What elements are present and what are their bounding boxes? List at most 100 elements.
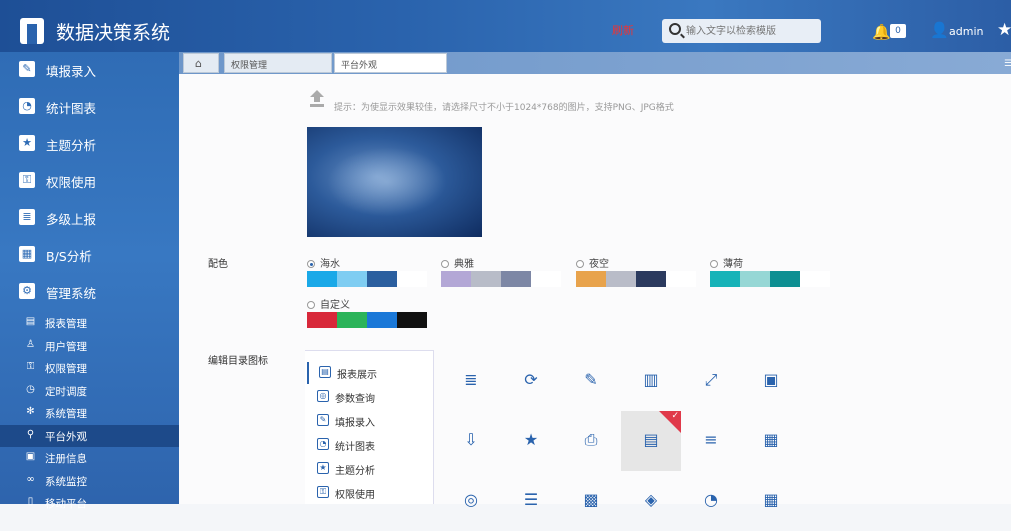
tree-item-0[interactable]: ▤ 报表展示 [307,362,436,384]
color-swatch [501,271,531,287]
pie-chart-icon: ◔ [317,438,329,450]
sidebar-item-5[interactable]: ▦ B/S分析 [0,237,179,273]
tree-item-label: 权限使用 [335,490,375,501]
notification-count: 0 [890,24,906,38]
color-option-0[interactable]: 海水 [307,255,340,270]
sidebar-subitem-1[interactable]: ♙ 用户管理 [0,335,179,357]
color-option-1[interactable]: 典雅 [441,255,474,270]
icon-choice-6[interactable]: ⇩ [441,411,501,471]
color-swatch [666,271,696,287]
icon-choice-3[interactable]: ▥ [621,351,681,411]
icon-choice-14[interactable]: ▩ [561,471,621,531]
icon-choice-2[interactable]: ✎ [561,351,621,411]
search-refresh-icon: ⟳ [524,370,538,389]
color-swatches[interactable] [307,271,427,287]
sidebar-subitem-3[interactable]: ◷ 定时调度 [0,380,179,402]
sidebar-subitem-2[interactable]: ⚿ 权限管理 [0,357,179,379]
user-name[interactable]: admin [949,25,983,38]
star-box-icon: ★ [523,430,539,449]
bell-icon[interactable]: 🔔 [872,23,891,41]
color-option-2[interactable]: 夜空 [576,255,609,270]
sidebar-subitem-8[interactable]: ▯ 移动平台 [0,492,179,514]
gear-icon: ⚙ [19,283,35,299]
sidebar-item-label: 主题分析 [46,138,97,153]
color-option-3[interactable]: 薄荷 [710,255,743,270]
color-swatch [636,271,666,287]
color-swatches[interactable] [710,271,830,287]
tree-item-1[interactable]: ◎ 参数查询 [307,386,436,408]
icon-choice-15[interactable]: ◈ [621,471,681,531]
sidebar-item-2[interactable]: ★ 主题分析 [0,126,179,162]
home-tab[interactable]: ⌂ [183,53,219,73]
tree-item-4[interactable]: ★ 主题分析 [307,458,436,480]
icon-choice-13[interactable]: ☰ [501,471,561,531]
sidebar-subitem-6[interactable]: ▣ 注册信息 [0,447,179,469]
icon-choice-8[interactable]: ⎙ [561,411,621,471]
sidebar-subitem-label: 注册信息 [45,453,87,465]
icon-choice-17[interactable]: ▦ [741,471,801,531]
sidebar-item-6[interactable]: ⚙ 管理系统 [0,274,179,310]
icon-choice-5[interactable]: ▣ [741,351,801,411]
refresh-link[interactable]: 刷新 [612,22,634,38]
check-icon: ✓ [671,411,679,421]
color-option-label: 典雅 [454,259,474,270]
radio-button[interactable] [307,301,315,309]
tab-platform-appearance[interactable]: 平台外观 [334,53,447,73]
list-lines-icon: ☰ [523,490,539,509]
search-input[interactable] [686,22,816,40]
sidebar-item-label: 权限使用 [46,175,97,190]
color-swatch [606,271,636,287]
color-swatch [307,312,337,328]
radio-button[interactable] [576,260,584,268]
favorite-star-icon[interactable]: ★ [997,20,1011,40]
list-icon: ≣ [19,209,35,225]
key-icon: ⚿ [19,172,35,188]
icon-choice-1[interactable]: ⟳ [501,351,561,411]
user-icon[interactable]: 👤 [930,21,949,39]
icon-choice-4[interactable]: ⤢ [681,351,741,411]
icon-choice-16[interactable]: ◔ [681,471,741,531]
radio-button[interactable] [710,260,718,268]
color-swatch [441,271,471,287]
color-swatch [397,271,427,287]
pie-icon: ◔ [704,490,718,509]
sidebar-item-4[interactable]: ≣ 多级上报 [0,200,179,236]
search-box[interactable] [662,19,821,43]
document-text-icon: ≡ [704,430,718,449]
icon-choice-0[interactable]: ≣ [441,351,501,411]
color-scheme-label: 配色 [208,259,228,270]
pie-chart-icon: ◔ [19,98,35,114]
sidebar-subitem-7[interactable]: ∞ 系统监控 [0,470,179,492]
icon-choice-12[interactable]: ◎ [441,471,501,531]
color-option-4[interactable]: 自定义 [307,296,350,311]
radio-button[interactable] [441,260,449,268]
sidebar-item-0[interactable]: ✎ 填报录入 [0,52,179,88]
sidebar-item-1[interactable]: ◔ 统计图表 [0,89,179,125]
tree-item-3[interactable]: ◔ 统计图表 [307,434,436,456]
sidebar-item-label: 管理系统 [46,286,97,301]
radio-button[interactable] [307,260,315,268]
app-title: 数据决策系统 [56,22,171,44]
tab-menu-icon[interactable]: ☰ [1004,59,1011,69]
color-swatches[interactable] [441,271,561,287]
icon-choice-9[interactable]: ▤ ✓ [621,411,681,471]
tree-item-2[interactable]: ✎ 填报录入 [307,410,436,432]
sidebar-item-3[interactable]: ⚿ 权限使用 [0,163,179,199]
sidebar-subitem-label: 用户管理 [45,340,87,353]
sidebar-subitem-0[interactable]: ▤ 报表管理 [0,312,179,334]
sidebar-subitem-4[interactable]: ✻ 系统管理 [0,402,179,424]
icon-choice-7[interactable]: ★ [501,411,561,471]
tab-permission-management[interactable]: 权限管理 [224,53,332,73]
upload-icon[interactable] [307,88,327,108]
icon-choice-10[interactable]: ≡ [681,411,741,471]
upload-hint: 提示：为使显示效果较佳，请选择尺寸不小于1024*768的图片，支持PNG、JP… [334,103,674,113]
icon-choice-11[interactable]: ▦ [741,411,801,471]
user-icon: ♙ [26,338,35,350]
background-preview-image[interactable] [307,127,482,237]
document-lines-icon: ≣ [464,370,478,389]
sidebar-item-label: 填报录入 [46,64,97,79]
color-swatches[interactable] [576,271,696,287]
sidebar-subitem-5[interactable]: ⚲ 平台外观 [0,424,179,447]
tree-item-5[interactable]: ⚿ 权限使用 [307,482,436,504]
color-swatches[interactable] [307,312,427,328]
